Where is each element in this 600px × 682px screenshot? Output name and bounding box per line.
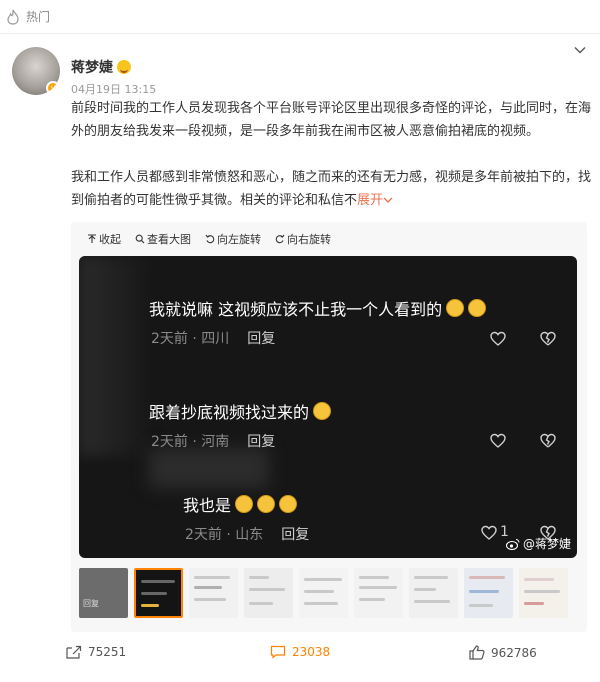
verified-badge-icon: v — [46, 81, 60, 95]
magnifier-icon — [135, 234, 145, 244]
author-block[interactable]: 蒋梦婕 — [71, 57, 131, 77]
thumbnail[interactable]: 回复 — [79, 568, 128, 618]
thumbnail[interactable] — [244, 568, 293, 618]
weibo-logo-icon — [505, 538, 520, 550]
thinking-emoji-icon — [235, 495, 254, 513]
author-name[interactable]: 蒋梦婕 — [71, 57, 113, 77]
post-paragraph-text: 我和工作人员都感到非常愤怒和恶心，随之而来的还有无力感，视频是多年前被拍下的，找… — [71, 170, 592, 208]
heart-icon — [481, 525, 497, 540]
share-icon — [66, 645, 82, 659]
comment-count[interactable]: 23038 — [292, 645, 330, 659]
image-comment-location: 2天前 · 河南 — [151, 434, 230, 450]
thumbnail[interactable] — [299, 568, 348, 618]
collapse-button[interactable]: 收起 — [87, 231, 121, 247]
image-comment-reply: 回复 — [281, 527, 310, 543]
smile-emoji-icon — [117, 60, 131, 74]
like-count[interactable]: 962786 — [491, 646, 537, 660]
chevron-down-icon[interactable] — [574, 44, 586, 56]
image-comment-text: 跟着抄底视频找过来的 — [149, 399, 332, 423]
heart-icon — [490, 433, 506, 448]
rotate-right-label[interactable]: 向右旋转 — [287, 231, 331, 247]
thumbnail-active[interactable] — [134, 568, 183, 618]
wink-emoji-icon — [468, 299, 487, 317]
rotate-left-label[interactable]: 向左旋转 — [217, 231, 261, 247]
thumbnail-strip: 回复 — [79, 568, 579, 622]
broken-heart-icon — [540, 331, 556, 346]
expand-label[interactable]: 展开 — [357, 193, 383, 208]
thumbnail[interactable] — [354, 568, 403, 618]
hot-bar: 热门 — [0, 0, 600, 34]
image-blur-region — [149, 448, 269, 488]
thumbnail[interactable] — [519, 568, 568, 618]
image-comment-meta: 2天前 · 河南 回复 — [151, 431, 275, 451]
thumbnail[interactable] — [464, 568, 513, 618]
post-time[interactable]: 04月19日 13:15 — [71, 81, 156, 97]
wink-emoji-icon — [446, 299, 465, 317]
view-large-label[interactable]: 查看大图 — [147, 231, 191, 247]
rotate-right-icon — [275, 234, 285, 244]
thinking-emoji-icon — [257, 495, 276, 513]
image-comment-content: 我就说嘛 这视频应该不止我一个人看到的 — [149, 300, 443, 319]
like-button[interactable]: 962786 — [469, 645, 537, 660]
image-comment-text: 我就说嘛 这视频应该不止我一个人看到的 — [149, 296, 487, 320]
image-comment-location: 2天前 · 四川 — [151, 331, 230, 347]
flushed-emoji-icon — [313, 402, 332, 420]
rotate-right-button[interactable]: 向右旋转 — [275, 231, 331, 247]
image-comment-content: 跟着抄底视频找过来的 — [149, 403, 310, 422]
post-paragraph: 我和工作人员都感到非常愤怒和恶心，随之而来的还有无力感，视频是多年前被拍下的，找… — [71, 166, 591, 212]
avatar[interactable]: v — [12, 47, 60, 95]
share-button[interactable]: 75251 — [66, 645, 126, 659]
media-panel: 收起 查看大图 向左旋转 向右旋转 我就说嘛 这视频应该不止我一个人看到的 2天… — [71, 222, 587, 632]
chevron-down-icon[interactable] — [383, 196, 393, 204]
post-paragraph: 前段时间我的工作人员发现我各个平台账号评论区里出现很多奇怪的评论，与此同时，在海… — [71, 101, 592, 139]
image-comment-reply: 回复 — [247, 434, 276, 450]
thumbnail-label: 回复 — [83, 599, 99, 608]
post-image[interactable]: 我就说嘛 这视频应该不止我一个人看到的 2天前 · 四川 回复 跟着抄底视频找过来… — [79, 256, 577, 558]
broken-heart-icon — [540, 433, 556, 448]
thumbnail[interactable] — [409, 568, 458, 618]
rotate-left-button[interactable]: 向左旋转 — [205, 231, 261, 247]
image-comment-meta: 2天前 · 山东 回复 — [185, 524, 309, 544]
flame-icon — [7, 9, 19, 25]
heart-icon — [490, 331, 506, 346]
comment-button[interactable]: 23038 — [270, 645, 330, 659]
share-count[interactable]: 75251 — [88, 645, 126, 659]
action-bar: 75251 23038 962786 — [0, 645, 600, 675]
image-blur-region — [79, 256, 149, 456]
post-text: 前段时间我的工作人员发现我各个平台账号评论区里出现很多奇怪的评论，与此同时，在海… — [71, 97, 591, 212]
media-toolbar: 收起 查看大图 向左旋转 向右旋转 — [71, 222, 345, 256]
hot-label: 热门 — [26, 10, 51, 24]
image-comment-meta: 2天前 · 四川 回复 — [151, 328, 275, 348]
collapse-icon — [88, 234, 96, 243]
image-comment-content: 我也是 — [183, 496, 232, 515]
image-comment-text: 我也是 — [183, 492, 298, 516]
thumbs-up-icon — [469, 645, 485, 660]
rotate-left-icon — [205, 234, 215, 244]
image-comment-reply: 回复 — [247, 331, 276, 347]
view-large-button[interactable]: 查看大图 — [135, 231, 191, 247]
watermark-text: @蒋梦婕 — [522, 537, 571, 551]
image-comment-location: 2天前 · 山东 — [185, 527, 264, 543]
image-watermark: @蒋梦婕 — [505, 535, 571, 552]
expand-link[interactable]: 展开 — [357, 193, 393, 208]
thumbnail[interactable] — [189, 568, 238, 618]
thinking-emoji-icon — [279, 495, 298, 513]
comment-icon — [270, 645, 286, 659]
collapse-label[interactable]: 收起 — [99, 231, 121, 247]
